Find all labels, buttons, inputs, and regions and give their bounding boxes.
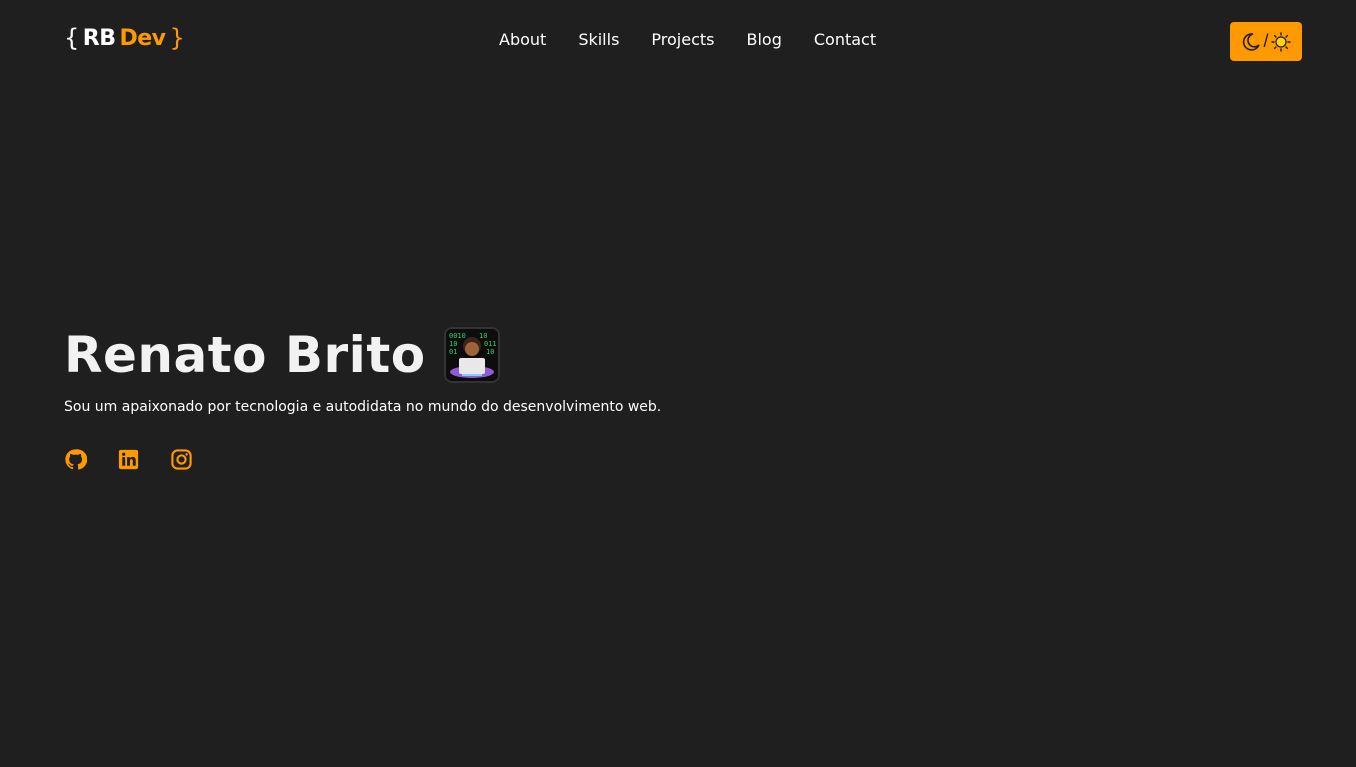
hero-name: Renato Brito — [64, 326, 426, 384]
site-logo[interactable]: { RB Dev } — [64, 24, 185, 52]
logo-close-brace: } — [169, 24, 185, 52]
svg-text:011: 011 — [484, 340, 497, 348]
svg-text:0010: 0010 — [449, 332, 466, 340]
instagram-icon[interactable] — [170, 448, 193, 471]
svg-text:10: 10 — [486, 348, 494, 356]
nav-about[interactable]: About — [499, 30, 546, 50]
nav-projects[interactable]: Projects — [651, 30, 714, 50]
nav-contact[interactable]: Contact — [814, 30, 876, 50]
hero-section: Renato Brito 0010 10 10 011 01 10 Sou um ap… — [64, 326, 661, 471]
technologist-emoji-icon: 0010 10 10 011 01 10 — [443, 327, 500, 383]
theme-toggle-button[interactable]: / — [1230, 22, 1302, 61]
logo-dev: Dev — [119, 25, 167, 51]
site-header: { RB Dev } About Skills Projects Blog Con… — [0, 0, 1356, 82]
nav-skills[interactable]: Skills — [578, 30, 619, 50]
theme-separator: / — [1263, 31, 1269, 51]
hero-subtitle: Sou um apaixonado por tecnologia e autod… — [64, 399, 662, 415]
main-nav: About Skills Projects Blog Contact — [499, 30, 876, 50]
moon-icon — [1243, 32, 1261, 51]
nav-blog[interactable]: Blog — [746, 30, 781, 50]
linkedin-icon[interactable] — [117, 448, 140, 471]
logo-rb: RB — [82, 25, 116, 51]
social-links — [64, 448, 661, 471]
logo-open-brace: { — [64, 24, 79, 52]
svg-text:01: 01 — [449, 348, 457, 356]
github-icon[interactable] — [64, 448, 87, 471]
svg-text:10: 10 — [449, 340, 457, 348]
sun-icon — [1270, 31, 1291, 52]
svg-text:10: 10 — [479, 332, 487, 340]
hero-title-row: Renato Brito 0010 10 10 011 01 10 — [64, 326, 661, 384]
